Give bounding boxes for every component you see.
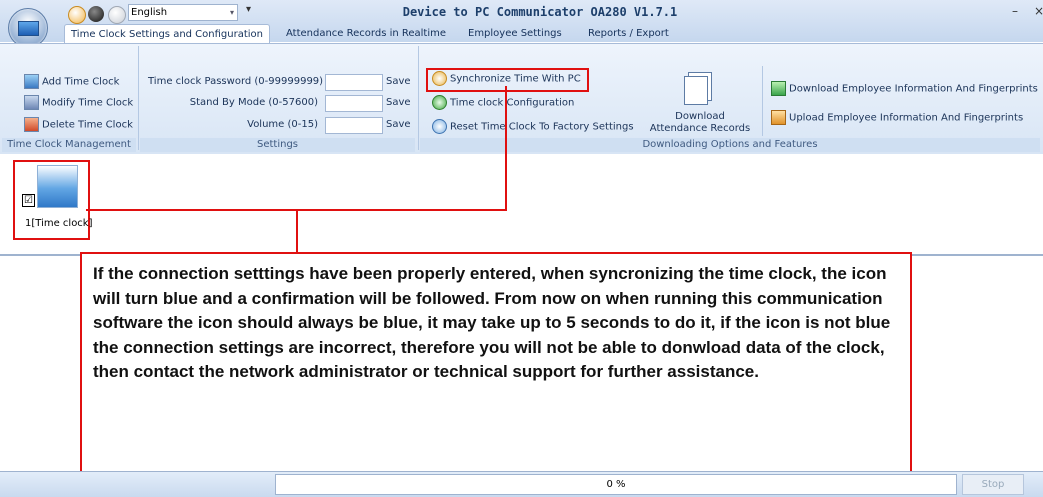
- standby-label: Stand By Mode (0-57600): [189, 97, 318, 108]
- modify-clock-icon: [24, 95, 39, 110]
- save-volume-button[interactable]: Save: [386, 119, 411, 130]
- password-label: Time clock Password (0-99999999): [148, 76, 324, 87]
- reset-icon: [432, 119, 447, 134]
- upload-employee-info-button[interactable]: Upload Employee Information And Fingerpr…: [771, 110, 1023, 126]
- language-select[interactable]: English ▾: [128, 4, 238, 21]
- synchronize-time-button[interactable]: Synchronize Time With PC: [432, 71, 581, 87]
- ribbon-separator: [418, 46, 419, 150]
- download-user-icon: [771, 81, 786, 96]
- save-password-button[interactable]: Save: [386, 76, 411, 87]
- standby-input[interactable]: [325, 95, 383, 112]
- minimize-button[interactable]: –: [1012, 4, 1018, 18]
- configuration-icon: [432, 95, 447, 110]
- device-checkbox[interactable]: ☑: [22, 194, 35, 207]
- delete-clock-icon: [24, 117, 39, 132]
- quick-access-more-icon[interactable]: ▾: [246, 4, 251, 15]
- theme-black-icon[interactable]: [88, 6, 104, 22]
- theme-silver-icon[interactable]: [108, 6, 126, 24]
- theme-blue-icon[interactable]: [68, 6, 86, 24]
- modify-time-clock-button[interactable]: Modify Time Clock: [24, 95, 133, 111]
- clock-icon: [432, 71, 447, 86]
- connector-line: [296, 209, 298, 253]
- stop-button[interactable]: Stop: [962, 474, 1024, 495]
- app-logo-icon: [18, 21, 39, 36]
- save-standby-button[interactable]: Save: [386, 97, 411, 108]
- download-records-label-line2: Attendance Records: [649, 123, 751, 134]
- add-clock-icon: [24, 74, 39, 89]
- document-icon: [684, 76, 708, 105]
- device-label: 1[Time clock]: [25, 218, 93, 229]
- window-title: Device to PC Communicator OA280 V1.7.1: [402, 5, 678, 19]
- group-label-downloading: Downloading Options and Features: [420, 138, 1040, 152]
- progress-bar: 0 %: [275, 474, 957, 495]
- instruction-text: If the connection setttings have been pr…: [93, 264, 891, 381]
- ribbon-separator: [138, 46, 139, 150]
- group-label-settings: Settings: [140, 138, 415, 152]
- close-button[interactable]: ×: [1034, 4, 1043, 18]
- download-employee-info-button[interactable]: Download Employee Information And Finger…: [771, 81, 1038, 97]
- download-attendance-records-button[interactable]: Download Attendance Records: [644, 68, 756, 136]
- app-menu-button[interactable]: [8, 8, 48, 48]
- upload-user-icon: [771, 110, 786, 125]
- download-records-label-line1: Download: [675, 111, 725, 122]
- tab-employee-settings[interactable]: Employee Settings: [462, 24, 568, 43]
- delete-time-clock-button[interactable]: Delete Time Clock: [24, 117, 133, 133]
- tab-attendance-records[interactable]: Attendance Records in Realtime: [280, 24, 452, 43]
- reset-factory-settings-button[interactable]: Reset Time Clock To Factory Settings: [432, 119, 634, 135]
- time-clock-device-icon[interactable]: [37, 165, 78, 208]
- time-clock-configuration-button[interactable]: Time clock Configuration: [432, 95, 574, 111]
- group-label-management: Time Clock Management: [2, 138, 136, 152]
- ribbon-separator: [762, 66, 763, 136]
- connector-line: [505, 86, 507, 211]
- tab-time-clock-settings[interactable]: Time Clock Settings and Configuration: [64, 24, 271, 44]
- chevron-down-icon: ▾: [229, 8, 234, 17]
- device-panel: [0, 154, 1043, 256]
- volume-label: Volume (0-15): [247, 119, 318, 130]
- tab-reports-export[interactable]: Reports / Export: [582, 24, 675, 43]
- password-input[interactable]: [325, 74, 383, 91]
- volume-input[interactable]: [325, 117, 383, 134]
- add-time-clock-button[interactable]: Add Time Clock: [24, 74, 119, 90]
